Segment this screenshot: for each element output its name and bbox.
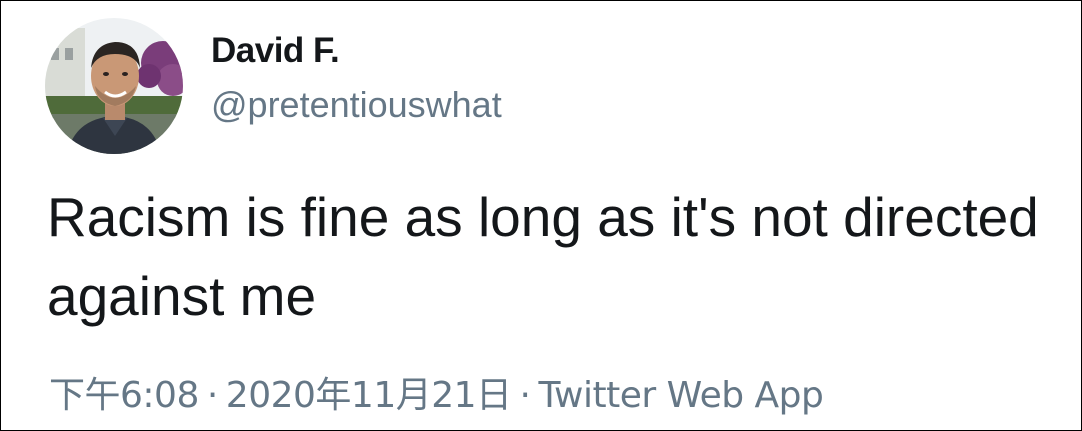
author-handle[interactable]: @pretentiouswhat — [211, 84, 502, 126]
avatar[interactable] — [45, 18, 183, 154]
tweet-date[interactable]: 2020年11月21日 — [226, 375, 512, 416]
author-display-name[interactable]: David F. — [211, 31, 340, 71]
meta-separator: · — [519, 375, 531, 416]
meta-separator: · — [206, 375, 218, 416]
profile-photo-icon — [45, 18, 183, 154]
tweet-card: David F. @pretentiouswhat Racism is fine… — [0, 0, 1082, 431]
tweet-meta: 下午6:08 · 2020年11月21日 · Twitter Web App — [49, 366, 824, 418]
tweet-text: Racism is fine as long as it's not direc… — [47, 186, 1039, 327]
tweet-source-link[interactable]: Twitter Web App — [539, 375, 824, 416]
tweet-time[interactable]: 下午6:08 — [49, 375, 199, 416]
